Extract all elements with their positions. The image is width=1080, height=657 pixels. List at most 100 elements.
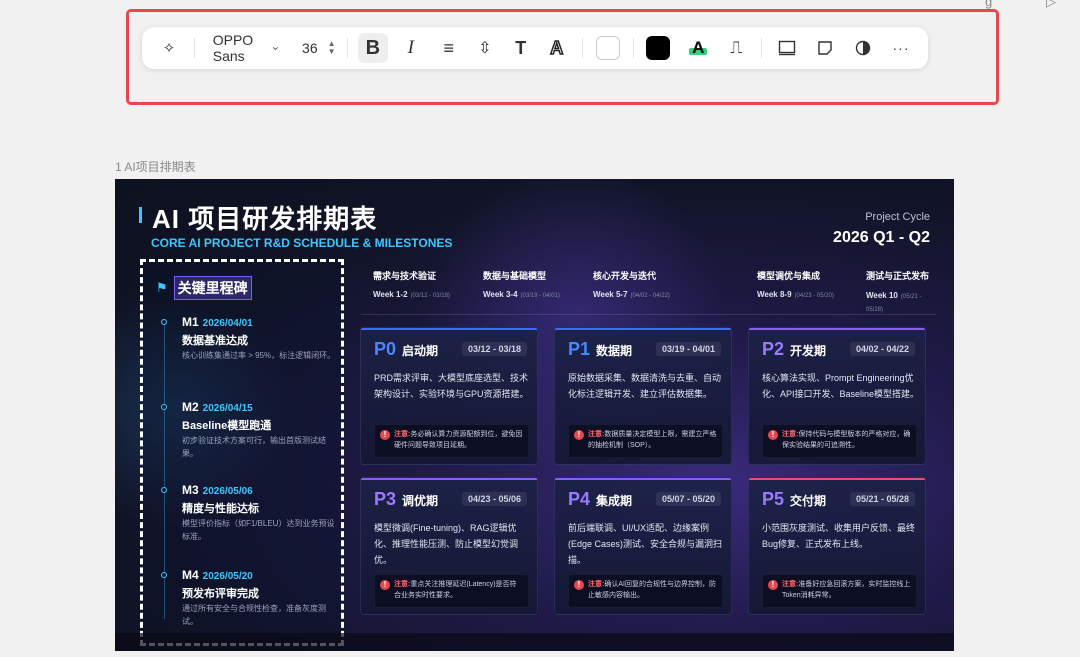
milestone-dot-icon [161,404,167,410]
timeline-week: Week 10 (05/21 - 05/28) [866,290,926,316]
fill-color-button[interactable] [593,33,623,63]
timeline-stage: 测试与正式发布 Week 10 (05/21 - 05/28) [866,269,944,316]
title-accent-bar [139,207,142,223]
stepper-arrows-icon[interactable]: ▲ ▼ [328,40,336,56]
phase-date-range: 04/02 - 04/22 [849,342,915,356]
cycle-label[interactable]: Project Cycle [865,211,930,223]
phase-card-p5[interactable]: P5 交付期 05/21 - 05/28 小范围灰度测试、收集用户反馈、最终Bug… [748,477,926,615]
slide-bottom-band [115,633,954,651]
milestone-dot-icon [161,319,167,325]
phase-note: ! 注意:重点关注推理延迟(Latency)是否符合业务实时性要求。 [374,574,529,608]
milestone-name: Baseline模型跑通 [182,420,272,432]
fill-color-swatch [595,36,620,60]
milestone-panel[interactable]: ⚑ 关键里程碑 M1 2026/04/01 数据基准达成 核心训练集通过率 > 9… [140,259,344,646]
timeline-stage-name: 需求与技术验证 [373,271,437,281]
bold-button[interactable]: B [357,33,388,63]
phase-note: ! 注意:保持代码与模型版本的严格对应，确保实验结果的可追溯性。 [762,424,917,458]
note-text: 重点关注推理延迟(Latency)是否符合业务实时性要求。 [394,581,517,599]
highlight-color-button[interactable]: A [683,33,713,63]
phase-card-p0[interactable]: P0 启动期 03/12 - 03/18 PRD需求评审、大模型底座选型、技术架构… [360,327,538,465]
highlight-a-icon: A [689,38,708,57]
milestone-date: 2026/04/01 [202,318,253,329]
align-icon[interactable]: ≡ [434,33,464,63]
milestone-header: ⚑ 关键里程碑 [156,276,252,300]
phase-card-p2[interactable]: P2 开发期 04/02 - 04/22 核心算法实现、Prompt Engine… [748,327,926,465]
phase-header: P5 交付期 [762,489,826,510]
timeline-week-range: (04/23 - 05/20) [794,293,834,299]
milestone-item-m1: M1 2026/04/01 数据基准达成 核心训练集通过率 > 95%，标注逻辑闭… [157,315,337,395]
slide-title[interactable]: AI 项目研发排期表 [152,199,377,236]
phase-note: ! 注意:准备好应急回滚方案，实时监控线上Token消耗异常。 [762,574,917,608]
milestone-code-text: M4 [182,568,199,582]
milestone-dot-icon [161,487,167,493]
cycle-value[interactable]: 2026 Q1 - Q2 [833,229,930,247]
text-color-button[interactable] [643,33,673,63]
phase-description: 小范围灰度测试、收集用户反馈、最终Bug修复、正式发布上线。 [762,523,916,549]
timeline-stage: 数据与基础模型 Week 3-4 (03/19 - 04/01) [483,269,560,299]
timeline-week-range: (04/02 - 04/22) [630,293,670,299]
text-style-icon[interactable]: T [506,33,536,63]
milestone-code: M2 2026/04/15 [182,400,253,414]
milestone-desc: 模型评价指标（如F1/BLEU）达到业务预设标准。 [182,519,335,541]
opacity-icon[interactable] [848,33,878,63]
slide-subtitle[interactable]: CORE AI PROJECT R&D SCHEDULE & MILESTONE… [151,236,452,250]
italic-button[interactable]: I [396,33,426,63]
phase-note: ! 注意:确认AI回复的合规性与边界控制，防止敏感内容输出。 [568,574,723,608]
milestone-desc: 初步验证技术方案可行，输出首版测试结果。 [182,436,326,458]
toolbar-divider [194,38,195,58]
phase-description: 核心算法实现、Prompt Engineering优化、API接口开发、Base… [762,373,920,399]
more-options-icon[interactable]: ··· [886,33,916,63]
phase-name: 启动期 [402,344,439,358]
phase-header: P3 调优期 [374,489,438,510]
phase-header: P1 数据期 [568,339,632,360]
text-color-swatch [646,36,671,60]
timeline-week: Week 8-9 (04/23 - 05/20) [757,290,834,299]
timeline-divider [361,314,936,315]
font-size-value: 36 [302,40,318,56]
phase-code: P0 [374,339,397,359]
milestone-item-m3: M3 2026/05/06 精度与性能达标 模型评价指标（如F1/BLEU）达到业… [157,483,337,563]
phase-date-range: 04/23 - 05/06 [461,492,527,506]
alert-icon: ! [574,430,584,440]
corner-shape-icon[interactable] [810,33,840,63]
format-painter-icon[interactable]: ⎍ [721,33,751,63]
phase-code: P1 [568,339,591,359]
magic-wand-icon[interactable]: ✧ [154,33,184,63]
timeline-stage-name: 测试与正式发布 [866,271,930,281]
text-outline-icon[interactable]: A [542,33,572,63]
phase-card-p1[interactable]: P1 数据期 03/19 - 04/01 原始数据采集、数据清洗与去重、自动化标注… [554,327,732,465]
timeline-week: Week 5-7 (04/02 - 04/22) [593,290,670,299]
font-family-select[interactable]: OPPO Sans ⌄ [205,32,289,64]
flag-icon: ⚑ [156,280,168,295]
phase-card-p4[interactable]: P4 集成期 05/07 - 05/20 前后端联调、UI/UX适配、边缘案例(E… [554,477,732,615]
phase-code: P3 [374,489,397,509]
font-size-stepper[interactable]: 36 ▲ ▼ [300,33,337,63]
line-height-icon[interactable]: ⇳ [470,33,500,63]
phase-card-p3[interactable]: P3 调优期 04/23 - 05/06 模型微调(Fine-tuning)、RA… [360,477,538,615]
note-text: 准备好应急回滚方案，实时监控线上Token消耗异常。 [782,581,911,599]
timeline-week-label: Week 5-7 [593,290,628,299]
phase-name: 交付期 [790,494,827,508]
toolbar-divider [761,38,762,58]
note-text: 保持代码与模型版本的严格对应，确保实验结果的可追溯性。 [782,431,911,449]
timeline-week-label: Week 10 [866,291,898,300]
milestone-name: 预发布评审完成 [182,588,259,600]
alert-icon: ! [574,580,584,590]
phase-description: 模型微调(Fine-tuning)、RAG逻辑优化、推理性能压测、防止模型幻觉调… [374,523,519,565]
milestone-heading[interactable]: 关键里程碑 [173,276,252,300]
timeline-week-range: (03/12 - 03/18) [410,293,450,299]
note-label: 注意: [588,431,605,438]
alert-icon: ! [380,580,390,590]
milestone-code-text: M2 [182,400,199,414]
phase-date-range: 05/07 - 05/20 [655,492,721,506]
timeline-week-range: (03/19 - 04/01) [520,293,560,299]
phase-note: ! 注意:务必确认算力资源配额到位，避免因硬件问题导致项目延期。 [374,424,529,458]
milestone-desc: 核心训练集通过率 > 95%，标注逻辑闭环。 [182,351,336,360]
page-label: 1 AI项目排期表 [115,160,196,174]
slide-canvas[interactable]: AI 项目研发排期表 CORE AI PROJECT R&D SCHEDULE … [115,179,954,651]
phase-header: P0 启动期 [374,339,438,360]
font-family-value: OPPO Sans [212,32,254,64]
border-icon[interactable] [772,33,802,63]
play-icon[interactable]: ▷ [1046,0,1056,10]
timeline-stage-name: 核心开发与迭代 [593,271,657,281]
